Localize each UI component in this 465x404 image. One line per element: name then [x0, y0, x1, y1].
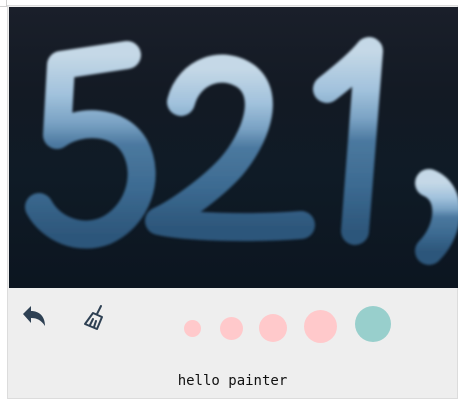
- brush-size-xs[interactable]: [184, 320, 201, 337]
- toolbar: [9, 288, 458, 348]
- caption-text: hello painter: [177, 373, 288, 389]
- undo-button[interactable]: [19, 303, 47, 331]
- brush-size-l[interactable]: [304, 310, 337, 343]
- window-corner: [0, 0, 7, 7]
- stroke-comma: [415, 169, 458, 265]
- clear-button[interactable]: [81, 303, 111, 333]
- broom-icon: [84, 305, 103, 330]
- undo-arrow-icon: [23, 306, 45, 326]
- drawing-canvas[interactable]: [9, 7, 458, 288]
- brush-size-xl[interactable]: [355, 306, 391, 342]
- stroke-digit-2: [145, 54, 315, 242]
- stroke-digit-1: [313, 37, 383, 245]
- brush-size-m[interactable]: [259, 314, 287, 342]
- brush-size-s[interactable]: [220, 317, 243, 340]
- stroke-digit-5: [25, 41, 156, 249]
- canvas-artwork: [25, 37, 458, 265]
- painter-app: hello painter: [7, 5, 458, 399]
